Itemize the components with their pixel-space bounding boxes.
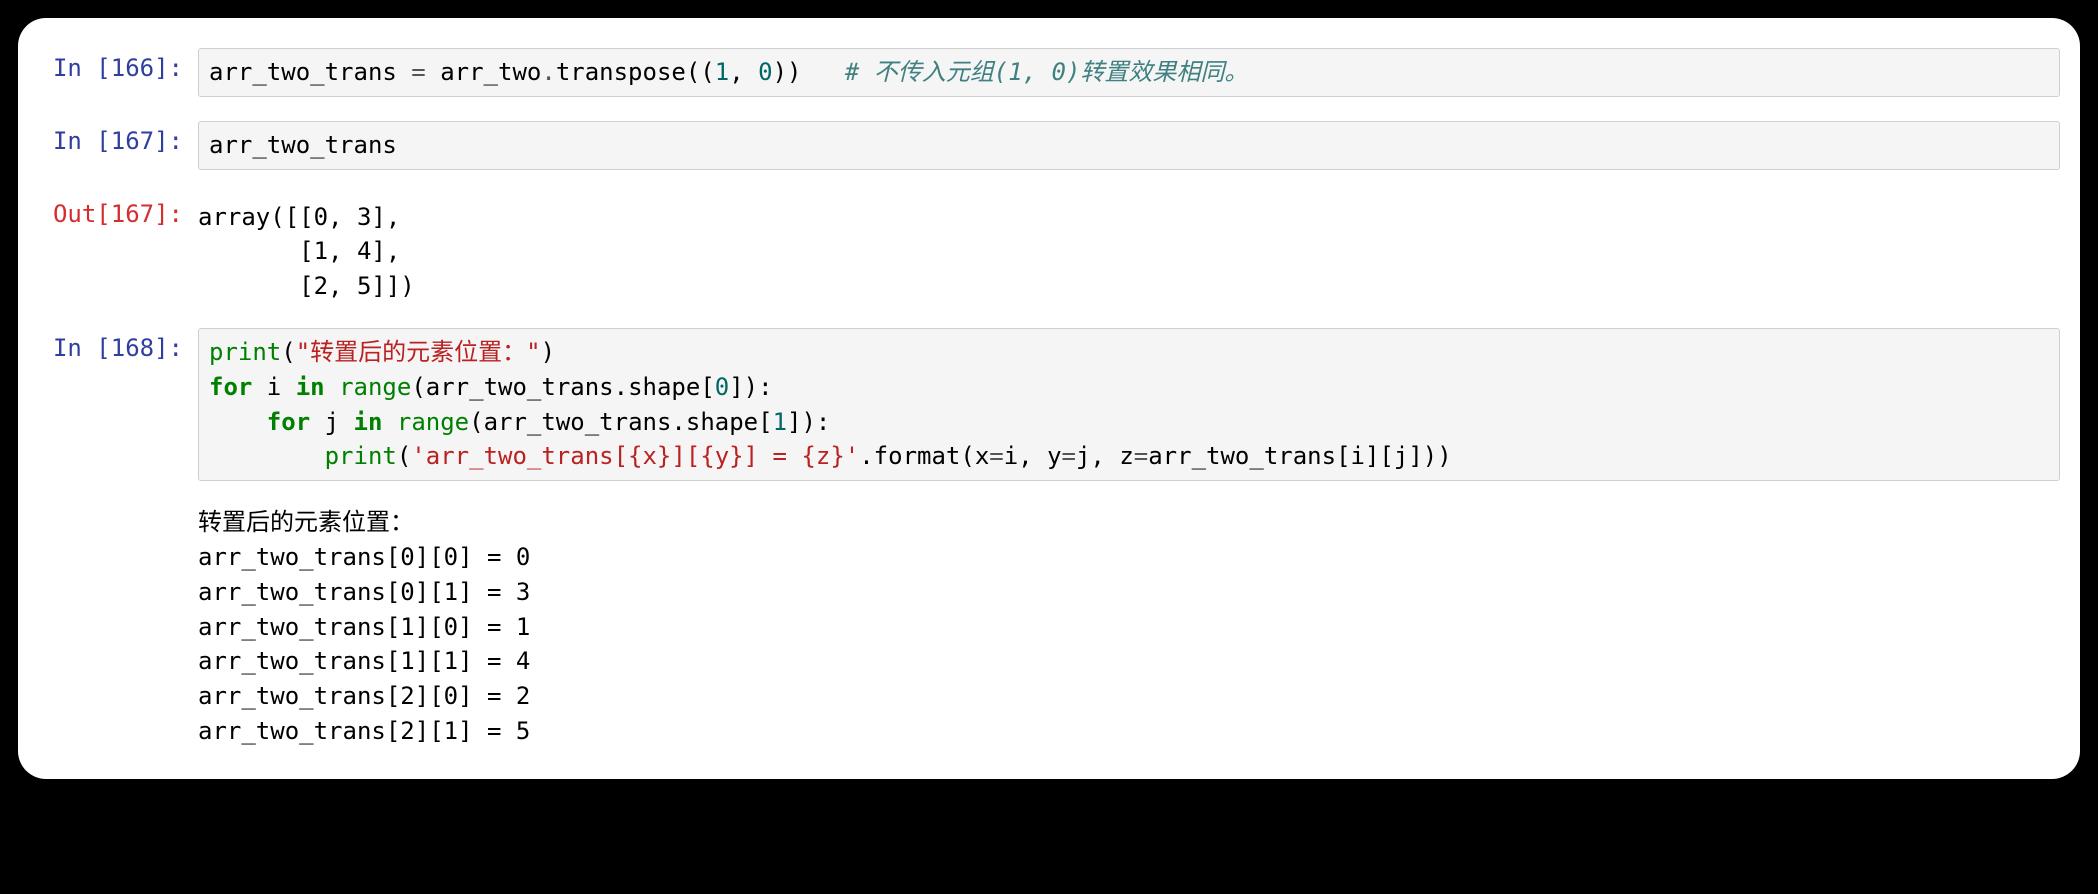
code-token: , <box>729 58 758 86</box>
code-token: range <box>382 408 469 436</box>
cell-body-167-out: array([[0, 3], [1, 4], [2, 5]]) <box>198 194 2080 304</box>
code-token: 1 <box>715 58 729 86</box>
code-token: .format(x <box>859 442 989 470</box>
code-token: ( <box>411 373 425 401</box>
code-token: = <box>397 58 440 86</box>
notebook: In [166]: arr_two_trans = arr_two.transp… <box>18 18 2080 779</box>
code-token: arr_two_trans[i][j])) <box>1148 442 1451 470</box>
code-token: 1 <box>773 408 787 436</box>
code-token: ]): <box>787 408 830 436</box>
code-token: ( <box>469 408 483 436</box>
code-token: print <box>209 338 281 366</box>
code-token: 0 <box>758 58 772 86</box>
prompt-empty <box>18 505 198 511</box>
cell-167-out: Out[167]: array([[0, 3], [1, 4], [2, 5]]… <box>18 194 2080 304</box>
code-token: transpose <box>556 58 686 86</box>
cell-168-in: In [168]: print("转置后的元素位置：") for i in ra… <box>18 328 2080 481</box>
code-token: arr_two_trans <box>209 58 397 86</box>
code-token: i, y <box>1004 442 1062 470</box>
code-token <box>801 58 844 86</box>
code-token: .shape[ <box>614 373 715 401</box>
code-token: for <box>209 373 252 401</box>
cell-168-stdout: 转置后的元素位置： arr_two_trans[0][0] = 0 arr_tw… <box>18 505 2080 749</box>
code-token <box>209 408 267 436</box>
code-token: in <box>354 408 383 436</box>
code-token: = <box>1134 442 1148 470</box>
cell-body-168-stdout: 转置后的元素位置： arr_two_trans[0][0] = 0 arr_tw… <box>198 505 2080 749</box>
code-token: j <box>310 408 353 436</box>
code-token: 0 <box>715 373 729 401</box>
prompt-in-167: In [167]: <box>18 121 198 155</box>
code-token: = <box>989 442 1003 470</box>
code-token: arr_two_trans <box>426 373 614 401</box>
code-token: i <box>252 373 295 401</box>
code-token: arr_two_trans <box>209 131 397 159</box>
code-token: in <box>296 373 325 401</box>
code-token: range <box>325 373 412 401</box>
code-token: )) <box>773 58 802 86</box>
code-input-167[interactable]: arr_two_trans <box>198 121 2060 170</box>
prompt-out-167: Out[167]: <box>18 194 198 228</box>
code-token: print <box>325 442 397 470</box>
code-token: "转置后的元素位置：" <box>296 338 541 366</box>
cell-166: In [166]: arr_two_trans = arr_two.transp… <box>18 48 2080 97</box>
cell-body-168-in: print("转置后的元素位置：") for i in range(arr_tw… <box>198 328 2080 481</box>
code-token: (( <box>686 58 715 86</box>
code-token: . <box>541 58 555 86</box>
cell-body-167-in: arr_two_trans <box>198 121 2080 170</box>
output-167: array([[0, 3], [1, 4], [2, 5]]) <box>198 194 2060 304</box>
cell-body-166: arr_two_trans = arr_two.transpose((1, 0)… <box>198 48 2080 97</box>
code-token: arr_two_trans <box>484 408 672 436</box>
code-input-166[interactable]: arr_two_trans = arr_two.transpose((1, 0)… <box>198 48 2060 97</box>
code-token: 'arr_two_trans[{x}][{y}] = {z}' <box>411 442 859 470</box>
code-input-168[interactable]: print("转置后的元素位置：") for i in range(arr_tw… <box>198 328 2060 481</box>
prompt-in-166: In [166]: <box>18 48 198 82</box>
code-token: ( <box>397 442 411 470</box>
code-token: arr_two <box>440 58 541 86</box>
code-token: for <box>267 408 310 436</box>
code-token: ( <box>281 338 295 366</box>
prompt-in-168: In [168]: <box>18 328 198 362</box>
code-token <box>209 442 325 470</box>
code-token: ) <box>541 338 555 366</box>
stdout-168: 转置后的元素位置： arr_two_trans[0][0] = 0 arr_tw… <box>198 505 2060 749</box>
code-token: .shape[ <box>671 408 772 436</box>
code-comment: # 不传入元组(1, 0)转置效果相同。 <box>845 58 1249 86</box>
cell-167-in: In [167]: arr_two_trans <box>18 121 2080 170</box>
code-token: j, z <box>1076 442 1134 470</box>
code-token: = <box>1062 442 1076 470</box>
code-token: ]): <box>729 373 772 401</box>
